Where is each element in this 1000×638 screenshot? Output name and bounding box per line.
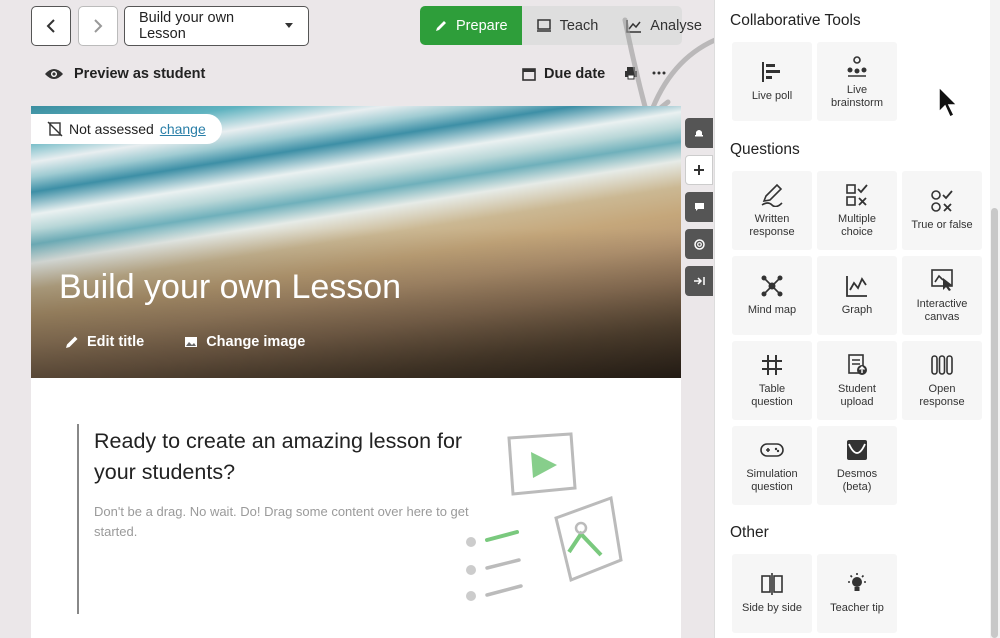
multiple-choice-icon <box>846 183 868 206</box>
lesson-drop-area[interactable]: Ready to create an amazing lesson for yo… <box>31 378 681 638</box>
forward-button[interactable] <box>78 6 118 46</box>
pencil-icon <box>436 20 446 31</box>
empty-state-illustration-icon <box>466 432 623 601</box>
preview-as-student-button[interactable]: Preview as student <box>44 66 205 82</box>
side-by-side-icon <box>761 573 783 595</box>
lesson-select[interactable]: Build your own Lesson <box>124 6 309 46</box>
pencil-icon <box>66 336 78 348</box>
tool-graph[interactable]: Graph <box>817 256 897 335</box>
simulation-icon <box>760 442 784 457</box>
bell-icon <box>695 130 703 137</box>
back-button[interactable] <box>31 6 71 46</box>
tool-written-response[interactable]: Written response <box>732 171 812 250</box>
rail-add-button[interactable] <box>685 155 713 185</box>
assessment-status: Not assessed change <box>31 114 222 144</box>
graph-icon <box>846 276 867 297</box>
presentation-icon <box>536 18 551 32</box>
tool-side-by-side[interactable]: Side by side <box>732 554 812 633</box>
collapse-right-icon <box>694 277 705 285</box>
rail-support-button[interactable] <box>685 229 713 259</box>
interactive-canvas-icon <box>931 268 953 291</box>
caret-down-icon <box>285 23 294 28</box>
tool-teacher-tip[interactable]: Teacher tip <box>817 554 897 633</box>
empty-state-subtext: Don't be a drag. No wait. Do! Drag some … <box>94 504 469 539</box>
comment-icon <box>694 203 704 211</box>
chevron-right-icon <box>94 19 103 33</box>
lesson-title: Build your own Lesson <box>59 268 402 306</box>
card-divider <box>77 424 79 614</box>
mouse-cursor-icon <box>938 86 959 119</box>
tool-multiple-choice[interactable]: Multiple choice <box>817 171 897 250</box>
tool-true-or-false[interactable]: True or false <box>902 171 982 250</box>
tool-simulation-question[interactable]: Simulation question <box>732 426 812 505</box>
tool-open-response[interactable]: Open response <box>902 341 982 420</box>
tool-mind-map[interactable]: Mind map <box>732 256 812 335</box>
not-assessed-icon <box>47 121 63 137</box>
lifebuoy-icon <box>693 238 705 250</box>
lesson-select-value: Build your own Lesson <box>139 10 235 42</box>
empty-state-heading: Ready to create an amazing lesson for yo… <box>94 429 463 484</box>
rail-collapse-button[interactable] <box>685 266 713 296</box>
tool-desmos[interactable]: Desmos (beta) <box>817 426 897 505</box>
tool-interactive-canvas[interactable]: Interactive canvas <box>902 256 982 335</box>
calendar-icon <box>522 68 536 81</box>
lesson-hero-image: Not assessed change Build your own Lesso… <box>31 106 681 378</box>
tool-live-brainstorm[interactable]: Live brainstorm <box>817 42 897 121</box>
chevron-left-icon <box>46 19 55 33</box>
tool-table-question[interactable]: Table question <box>732 341 812 420</box>
section-title-questions: Questions <box>730 141 800 158</box>
desmos-icon <box>847 439 867 460</box>
live-poll-icon <box>762 62 780 82</box>
mode-teach[interactable]: Teach <box>522 6 613 45</box>
open-response-icon <box>931 354 953 375</box>
table-icon <box>762 354 782 375</box>
rail-alert-button[interactable] <box>685 118 713 148</box>
tool-live-poll[interactable]: Live poll <box>732 42 812 121</box>
section-title-collaborative: Collaborative Tools <box>730 12 861 29</box>
plus-icon <box>694 165 704 175</box>
panel-scrollbar-thumb[interactable] <box>991 208 998 638</box>
eye-icon <box>45 69 63 79</box>
change-assessment-link[interactable]: change <box>160 121 206 137</box>
teacher-tip-icon <box>848 573 866 591</box>
due-date-button[interactable]: Due date <box>522 66 605 82</box>
mode-prepare[interactable]: Prepare <box>420 6 522 45</box>
side-rail <box>685 118 713 296</box>
live-brainstorm-icon <box>847 55 867 77</box>
change-image-button[interactable]: Change image <box>184 334 305 350</box>
section-title-other: Other <box>730 524 769 541</box>
image-icon <box>185 337 198 347</box>
written-response-icon <box>761 183 783 207</box>
edit-title-button[interactable]: Edit title <box>65 334 144 350</box>
mind-map-icon <box>761 275 783 297</box>
true-false-icon <box>931 190 953 212</box>
rail-comment-button[interactable] <box>685 192 713 222</box>
tool-student-upload[interactable]: Student upload <box>817 341 897 420</box>
student-upload-icon <box>848 353 867 375</box>
